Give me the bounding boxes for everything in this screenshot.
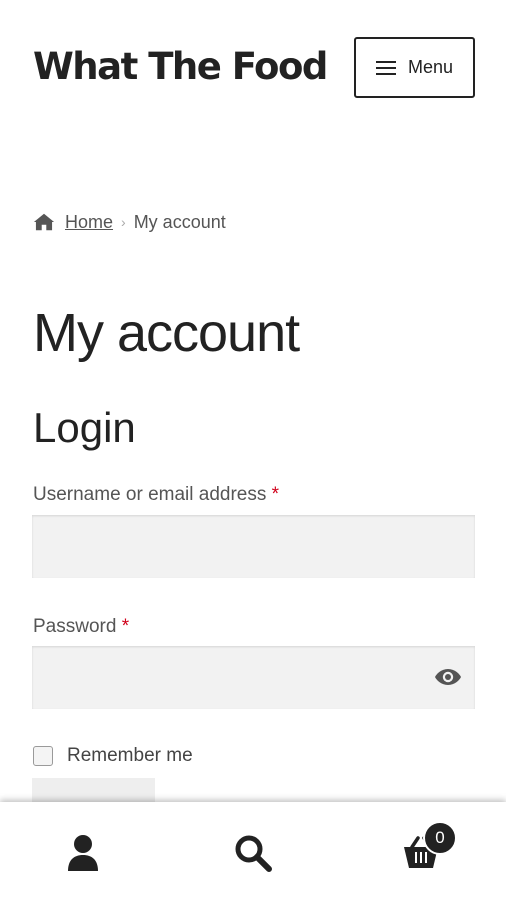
footer-search-link[interactable] [230, 830, 276, 876]
breadcrumb-separator: › [121, 214, 126, 230]
breadcrumb-home-link[interactable]: Home [65, 212, 113, 233]
breadcrumb: Home › My account [33, 208, 226, 236]
footer-account-link[interactable] [60, 830, 106, 876]
login-heading: Login [33, 404, 136, 451]
cart-count-badge: 0 [423, 821, 457, 855]
site-title[interactable]: What The Food [33, 40, 333, 94]
remember-me-row[interactable]: Remember me [33, 745, 193, 767]
required-marker: * [271, 484, 280, 505]
username-label-text: Username or email address [33, 484, 267, 505]
breadcrumb-current: My account [133, 211, 226, 232]
menu-button[interactable]: Menu [354, 37, 475, 98]
menu-button-label: Menu [407, 57, 454, 77]
password-input[interactable] [32, 646, 475, 709]
hamburger-icon [375, 60, 396, 75]
username-input[interactable] [32, 515, 475, 578]
remember-me-checkbox[interactable] [33, 746, 53, 766]
required-marker: * [121, 616, 130, 637]
remember-me-label[interactable]: Remember me [67, 745, 193, 767]
username-label: Username or email address * [33, 484, 279, 506]
password-label: Password * [33, 616, 129, 638]
show-password-icon[interactable] [434, 666, 462, 688]
home-icon [33, 213, 55, 231]
account-icon [68, 835, 98, 871]
password-label-text: Password [33, 616, 117, 637]
page-title: My account [33, 303, 300, 363]
search-icon [235, 835, 272, 872]
